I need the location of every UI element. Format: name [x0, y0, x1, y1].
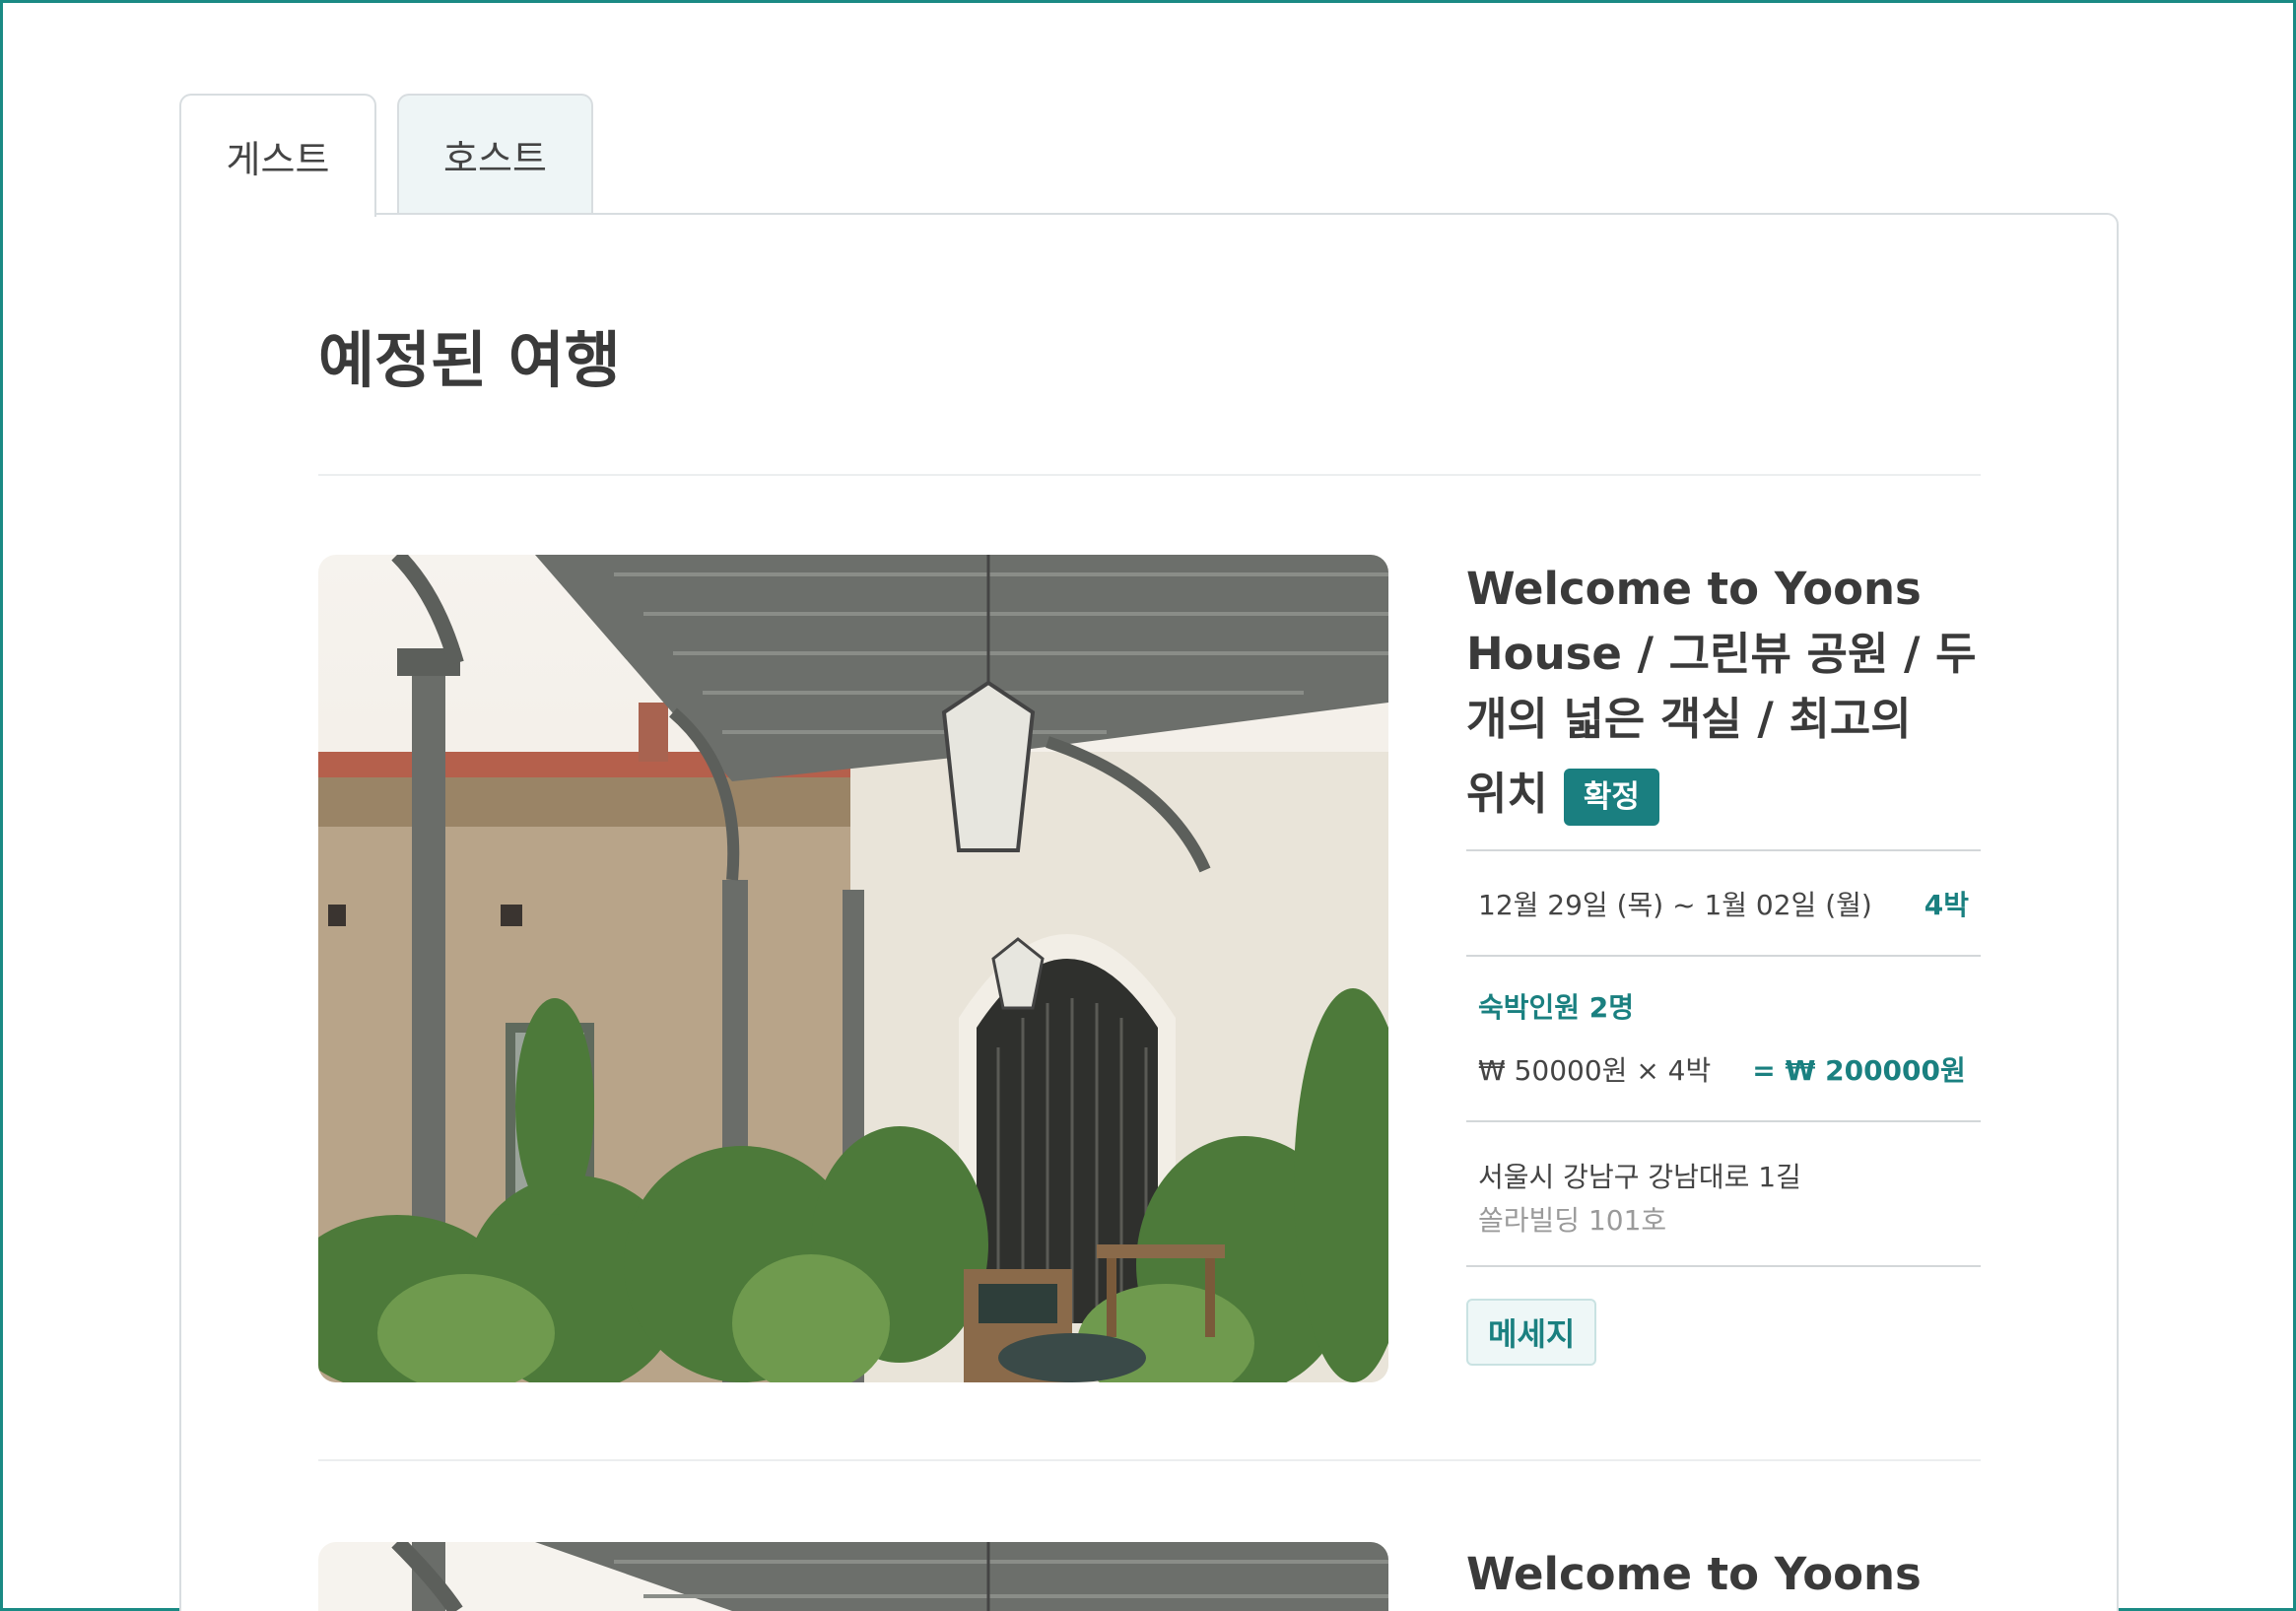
- status-badge: 확정: [1563, 769, 1659, 826]
- trip-dates: 12월 29일 (목) ~ 1월 02일 (월): [1478, 888, 1872, 921]
- unit-price: ₩ 50000원 × 4박: [1478, 1054, 1712, 1087]
- listing-title[interactable]: Welcome to Yoons House / 그린뷰 공원 / 두 개의 넓…: [1466, 557, 1981, 827]
- address-detail: 쏠라빌딩 101호: [1478, 1204, 1667, 1237]
- listing-title[interactable]: Welcome to Yoons: [1466, 1542, 1981, 1607]
- address: 서울시 강남구 강남대로 1길: [1478, 1161, 1801, 1193]
- guest-count: 숙박인원 2명: [1478, 991, 1635, 1024]
- trip-info: Welcome to Yoons: [1466, 1542, 1981, 1607]
- message-button[interactable]: 메세지: [1466, 1299, 1597, 1366]
- title-divider: [318, 474, 1981, 476]
- page-title: 예정된 여행: [318, 324, 621, 396]
- tab-host[interactable]: 호스트: [397, 94, 593, 215]
- date-row: 12월 29일 (목) ~ 1월 02일 (월) 4박: [1466, 851, 1981, 955]
- price-row: ₩ 50000원 × 4박 = ₩ 200000원: [1466, 1049, 1981, 1089]
- listing-title-line: 위치: [1466, 768, 1548, 820]
- nights-count: 4박: [1924, 888, 1969, 921]
- listing-photo[interactable]: [318, 555, 1388, 1382]
- listing-title-line: Welcome to Yoons: [1466, 563, 1922, 615]
- tab-guest[interactable]: 게스트: [179, 94, 376, 217]
- price-block: 숙박인원 2명 ₩ 50000원 × 4박 = ₩ 200000원: [1466, 957, 1981, 1120]
- listing-title-line: 개의 넓은 객실 / 최고의: [1466, 693, 1912, 745]
- listing-photo[interactable]: [318, 1542, 1388, 1611]
- trip-info: Welcome to Yoons House / 그린뷰 공원 / 두 개의 넓…: [1466, 557, 1981, 1366]
- total-price: = ₩ 200000원: [1752, 1054, 1966, 1087]
- trip-divider: [318, 1459, 1981, 1461]
- address-block: 서울시 강남구 강남대로 1길 쏠라빌딩 101호: [1466, 1122, 1981, 1265]
- listing-title-line: House / 그린뷰 공원 / 두: [1466, 628, 1977, 680]
- divider: [1466, 1265, 1981, 1267]
